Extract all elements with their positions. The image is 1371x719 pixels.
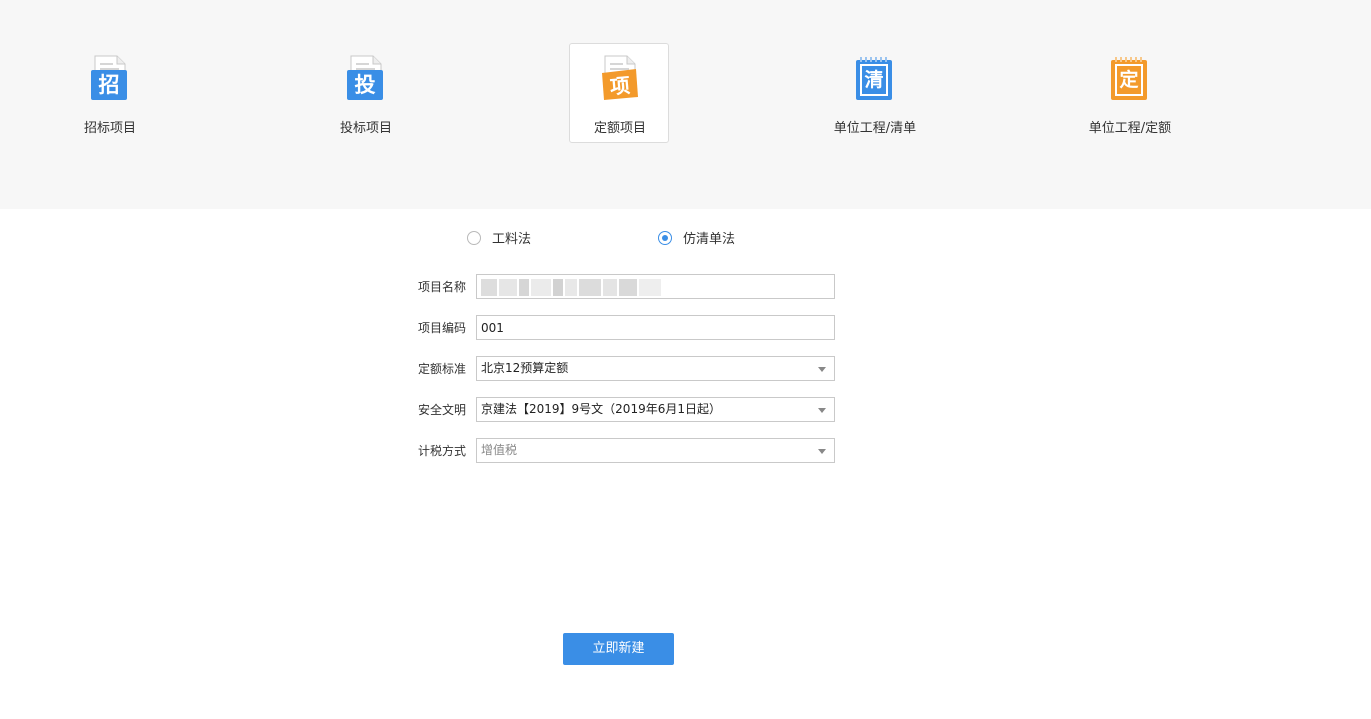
document-icon: 投 — [343, 54, 387, 102]
radio-circle-checked[interactable] — [658, 230, 672, 245]
project-type-bar: 招 招标项目 投 投标项目 项 定额项目 清 单位工程/清单 定 单位工程/定额 — [0, 0, 1371, 209]
create-now-button[interactable]: 立即新建 — [563, 633, 674, 665]
select-value: 京建法【2019】9号文（2019年6月1日起） — [481, 402, 721, 416]
type-unit-bill[interactable]: 清 单位工程/清单 — [824, 43, 924, 143]
tax-method-select[interactable]: 增值税 — [476, 438, 835, 463]
type-label: 招标项目 — [83, 121, 136, 136]
radio-circle[interactable] — [467, 230, 481, 245]
notepad-icon: 定 — [1107, 54, 1151, 102]
type-label: 单位工程/清单 — [833, 121, 917, 136]
type-tender-project[interactable]: 招 招标项目 — [59, 43, 159, 143]
form-row-project-code: 项目编码 — [418, 315, 838, 340]
radio-labor-material[interactable]: 工料法 — [467, 228, 531, 247]
field-label: 计税方式 — [418, 444, 467, 458]
type-glyph: 定 — [1119, 69, 1139, 91]
type-quota-project[interactable]: 项 定额项目 — [569, 43, 669, 143]
redacted-text — [519, 279, 529, 296]
chevron-down-icon — [818, 408, 826, 413]
document-icon: 招 — [87, 54, 131, 102]
form-row-quota-standard: 定额标准 北京12预算定额 — [418, 356, 838, 381]
radio-label: 仿清单法 — [683, 232, 736, 247]
chevron-down-icon — [818, 367, 826, 372]
radio-imitation-bill[interactable]: 仿清单法 — [658, 228, 735, 247]
project-code-input[interactable] — [476, 315, 835, 340]
redacted-text — [499, 279, 517, 296]
redacted-text — [531, 279, 551, 296]
select-value: 北京12预算定额 — [481, 361, 569, 375]
redacted-text — [579, 279, 601, 296]
type-label: 投标项目 — [339, 121, 392, 136]
type-glyph: 招 — [98, 73, 120, 97]
type-bid-project[interactable]: 投 投标项目 — [315, 43, 415, 143]
type-glyph: 清 — [864, 69, 884, 91]
field-label: 安全文明 — [418, 403, 467, 417]
field-label: 项目编码 — [418, 321, 467, 335]
document-icon: 项 — [597, 54, 641, 102]
type-label: 定额项目 — [593, 121, 646, 136]
chevron-down-icon — [818, 449, 826, 454]
form-row-safety: 安全文明 京建法【2019】9号文（2019年6月1日起） — [418, 397, 838, 422]
type-label: 单位工程/定额 — [1088, 121, 1172, 136]
type-unit-quota[interactable]: 定 单位工程/定额 — [1079, 43, 1179, 143]
redacted-text — [553, 279, 563, 296]
type-glyph: 项 — [608, 73, 632, 99]
form-row-project-name: 项目名称 — [418, 274, 838, 299]
redacted-text — [619, 279, 637, 296]
redacted-text — [603, 279, 617, 296]
field-label: 定额标准 — [418, 362, 467, 376]
field-label: 项目名称 — [418, 280, 467, 294]
form-row-tax-method: 计税方式 增值税 — [418, 438, 838, 463]
safety-select[interactable]: 京建法【2019】9号文（2019年6月1日起） — [476, 397, 835, 422]
redacted-text — [481, 279, 497, 296]
redacted-text — [639, 279, 661, 296]
project-name-input[interactable] — [476, 274, 835, 299]
quota-standard-select[interactable]: 北京12预算定额 — [476, 356, 835, 381]
redacted-text — [565, 279, 577, 296]
type-glyph: 投 — [354, 73, 376, 97]
select-value: 增值税 — [481, 443, 518, 457]
notepad-icon: 清 — [852, 54, 896, 102]
radio-label: 工料法 — [492, 232, 532, 247]
